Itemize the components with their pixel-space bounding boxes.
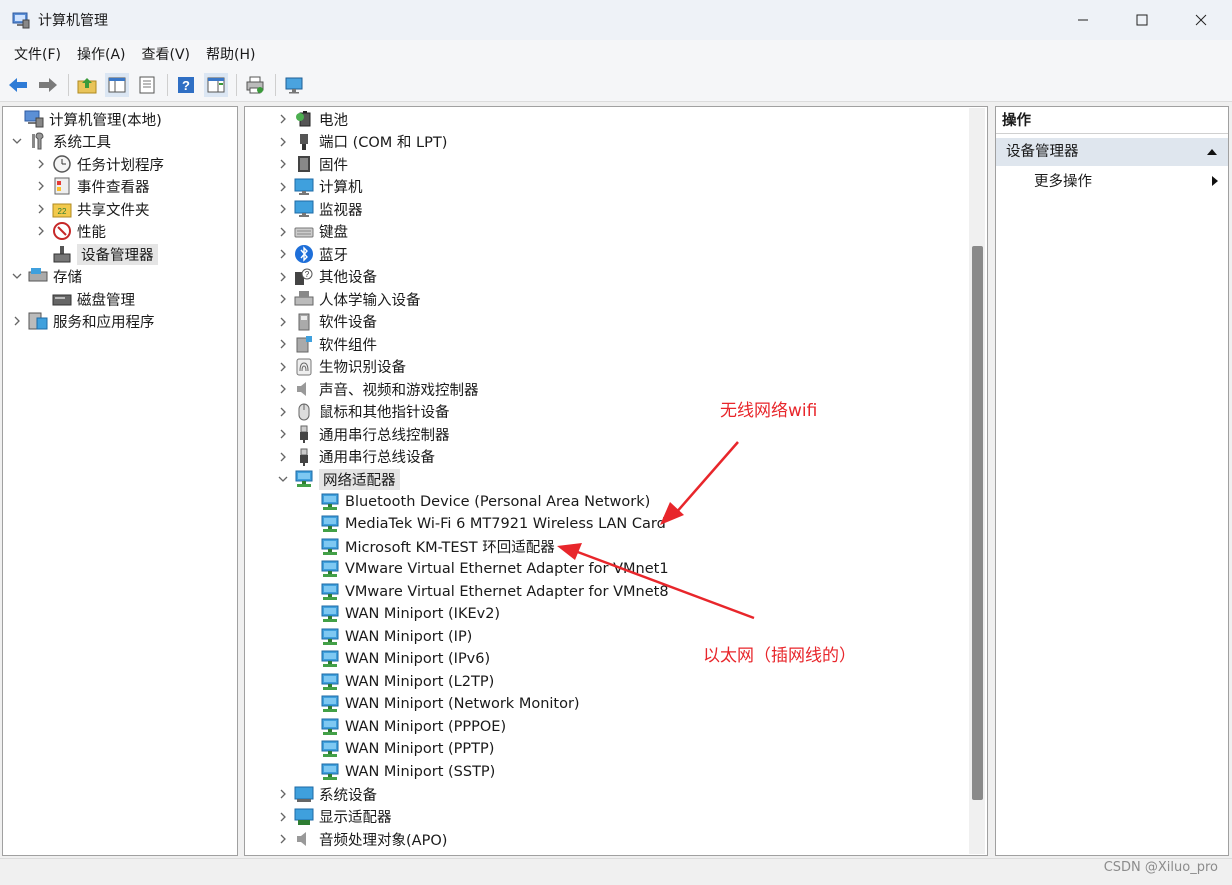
annotation-wifi: 无线网络wifi: [720, 401, 818, 421]
annotation-arrows: [557, 441, 755, 620]
watermark: CSDN @Xiluo_pro: [1103, 860, 1218, 875]
annotation-ethernet: 以太网（插网线的）: [703, 646, 856, 666]
ethernet-arrow: [557, 543, 755, 620]
wifi-arrow: [660, 441, 739, 525]
